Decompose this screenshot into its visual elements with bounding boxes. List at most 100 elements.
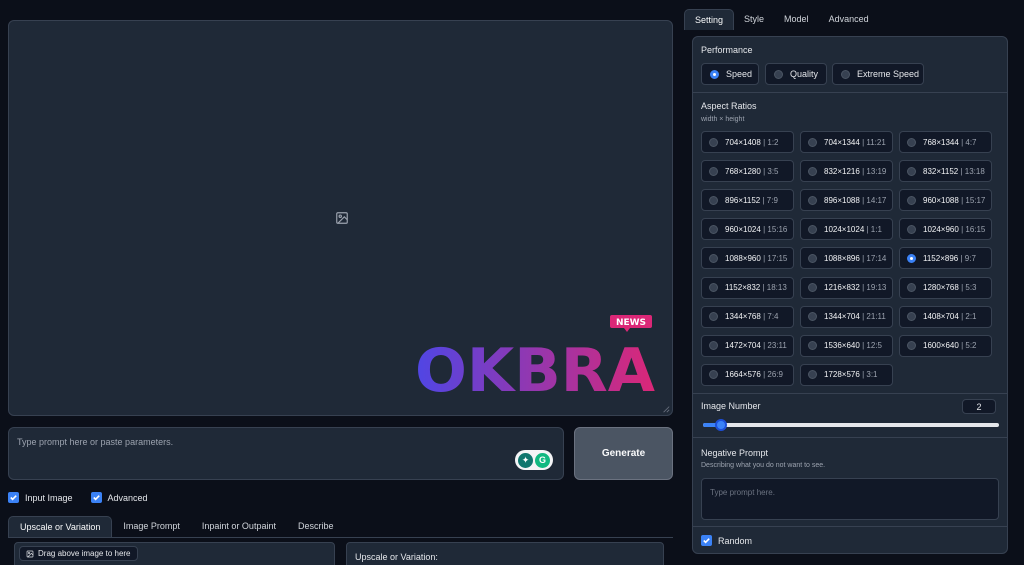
aspect-ratio-option[interactable]: 1728×576 | 3:1 <box>800 363 893 386</box>
aspect-ratio-text: 1472×704 | 23:11 <box>725 341 787 350</box>
aspect-ratio-text: 896×1088 | 14:17 <box>824 196 886 205</box>
performance-extreme-speed[interactable]: Extreme Speed <box>832 63 924 85</box>
radio-unselected-icon <box>907 312 916 322</box>
aspect-ratio-option[interactable]: 1024×1024 | 1:1 <box>800 218 893 241</box>
aspect-ratio-option[interactable]: 768×1344 | 4:7 <box>899 131 992 153</box>
aspect-ratio-text: 704×1408 | 1:2 <box>725 138 778 147</box>
aspect-ratio-option[interactable]: 704×1408 | 1:2 <box>701 131 794 153</box>
aspect-ratio-option[interactable]: 960×1024 | 15:16 <box>701 218 794 241</box>
aspect-ratio-option[interactable]: 1088×896 | 17:14 <box>800 247 893 270</box>
aspect-ratio-ratio: | 17:14 <box>862 253 887 263</box>
radio-unselected-icon <box>907 166 916 176</box>
performance-label: Performance <box>701 45 753 55</box>
aspect-ratio-size: 832×1216 <box>824 166 860 176</box>
aspect-ratio-option[interactable]: 1024×960 | 16:15 <box>899 218 992 241</box>
tab-inpaint-or-outpaint[interactable]: Inpaint or Outpaint <box>191 516 287 537</box>
advanced-label: Advanced <box>107 492 148 503</box>
aspect-ratio-option[interactable]: 1088×960 | 17:15 <box>701 247 794 270</box>
aspect-ratio-option[interactable]: 1216×832 | 19:13 <box>800 276 893 299</box>
tab-model[interactable]: Model <box>774 9 819 30</box>
radio-unselected-icon <box>808 195 817 205</box>
dropzone-text: Drag above image to here <box>38 549 131 558</box>
image-number-slider[interactable] <box>703 419 999 431</box>
aspect-ratio-ratio: | 7:9 <box>762 195 778 205</box>
input-image-label: Input Image <box>25 492 73 503</box>
radio-selected-icon <box>907 253 916 263</box>
radio-unselected-icon <box>907 224 916 234</box>
radio-unselected-icon <box>907 341 916 351</box>
divider <box>693 92 1007 93</box>
aspect-ratio-ratio: | 26:9 <box>763 370 783 380</box>
settings-panel: Performance Speed Quality Extreme Speed … <box>692 36 1008 554</box>
performance-speed[interactable]: Speed <box>701 63 759 85</box>
aspect-ratio-option[interactable]: 960×1088 | 15:17 <box>899 189 992 212</box>
aspect-ratio-option[interactable]: 896×1152 | 7:9 <box>701 189 794 212</box>
random-checkbox[interactable]: Random <box>701 535 752 546</box>
grammar-icon[interactable]: G <box>535 452 550 468</box>
aspect-ratio-option[interactable]: 768×1280 | 3:5 <box>701 160 794 183</box>
aspect-ratio-option[interactable]: 1600×640 | 5:2 <box>899 334 992 357</box>
aspect-ratio-size: 1152×832 <box>725 283 761 292</box>
aspect-ratio-text: 1024×1024 | 1:1 <box>824 225 882 234</box>
tab-setting[interactable]: Setting <box>684 9 735 30</box>
aspect-ratio-ratio: | 15:16 <box>763 224 788 234</box>
advanced-checkbox[interactable]: Advanced <box>90 492 148 503</box>
divider <box>693 526 1007 527</box>
aspect-ratio-text: 1664×576 | 26:9 <box>725 370 783 379</box>
aspect-ratio-size: 1344×704 <box>824 312 860 322</box>
aspect-ratio-option[interactable]: 704×1344 | 11:21 <box>800 131 893 153</box>
aspect-ratio-size: 704×1408 <box>725 137 761 147</box>
tab-style[interactable]: Style <box>734 9 774 30</box>
tab-image-prompt[interactable]: Image Prompt <box>112 516 191 537</box>
aspect-ratio-option[interactable]: 1664×576 | 26:9 <box>701 363 794 386</box>
tab-advanced[interactable]: Advanced <box>819 9 879 30</box>
image-number-input[interactable]: 2 <box>962 399 996 414</box>
aspect-ratio-option[interactable]: 896×1088 | 14:17 <box>800 189 893 212</box>
option-checkboxes: Input Image Advanced <box>8 492 148 503</box>
tab-upscale-or-variation[interactable]: Upscale or Variation <box>8 516 113 537</box>
tab-describe[interactable]: Describe <box>287 516 345 537</box>
aspect-ratio-option[interactable]: 832×1152 | 13:18 <box>899 160 992 183</box>
aspect-ratio-size: 896×1152 <box>725 195 761 205</box>
aspect-ratio-size: 1600×640 <box>923 341 959 351</box>
aspect-ratio-option[interactable]: 1344×768 | 7:4 <box>701 305 794 328</box>
generate-button[interactable]: Generate <box>574 427 673 480</box>
aspect-ratio-ratio: | 11:21 <box>862 137 886 147</box>
aspect-ratio-option[interactable]: 832×1216 | 13:19 <box>800 160 893 183</box>
radio-unselected-icon <box>907 137 916 147</box>
input-image-checkbox[interactable]: Input Image <box>8 492 73 503</box>
aspect-ratio-size: 960×1024 <box>725 224 761 234</box>
aspect-ratio-option[interactable]: 1344×704 | 21:11 <box>800 305 893 328</box>
checkbox-checked-icon <box>8 492 19 503</box>
divider <box>693 393 1007 394</box>
aspect-ratio-option[interactable]: 1152×832 | 18:13 <box>701 276 794 299</box>
prompt-extension-icons[interactable]: ✦ G <box>515 450 553 470</box>
image-icon <box>26 550 34 557</box>
upscale-variation-group: Upscale or Variation: <box>346 542 664 565</box>
aspect-ratio-text: 1600×640 | 5:2 <box>923 341 976 350</box>
random-label: Random <box>718 535 753 546</box>
resize-handle-icon[interactable] <box>662 405 670 413</box>
radio-unselected-icon <box>907 283 916 292</box>
radio-unselected-icon <box>709 283 718 292</box>
aspect-ratio-size: 1408×704 <box>923 312 959 322</box>
radio-unselected-icon <box>907 195 916 205</box>
input-image-dropzone[interactable]: Drag above image to here <box>14 542 335 565</box>
radio-unselected-icon <box>808 341 817 351</box>
aspect-ratio-option[interactable]: 1472×704 | 23:11 <box>701 334 794 357</box>
aspect-ratio-ratio: | 9:7 <box>960 253 976 263</box>
dropzone-label: Drag above image to here <box>19 546 138 561</box>
aspect-ratio-option[interactable]: 1536×640 | 12:5 <box>800 334 893 357</box>
divider <box>693 437 1007 438</box>
aspect-ratio-text: 1280×768 | 5:3 <box>923 283 976 292</box>
aspect-ratio-option[interactable]: 1280×768 | 5:3 <box>899 276 992 299</box>
slider-thumb[interactable] <box>714 419 727 431</box>
prompt-input[interactable]: Type prompt here or paste parameters. ✦ … <box>8 427 564 480</box>
aspect-ratio-text: 1152×896 | 9:7 <box>923 254 976 263</box>
aspect-ratio-option[interactable]: 1408×704 | 2:1 <box>899 305 992 328</box>
bulb-icon[interactable]: ✦ <box>518 452 533 468</box>
performance-quality[interactable]: Quality <box>765 63 827 85</box>
aspect-ratio-option[interactable]: 1152×896 | 9:7 <box>899 247 992 270</box>
negative-prompt-input[interactable]: Type prompt here. <box>701 478 999 520</box>
upscale-variation-label: Upscale or Variation: <box>355 552 438 562</box>
